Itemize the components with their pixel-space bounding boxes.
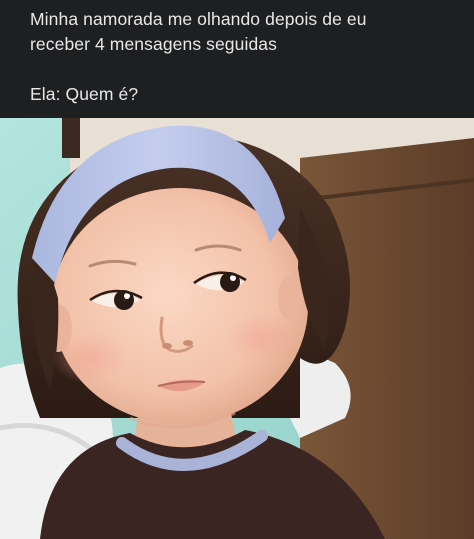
- meme-photo-icon: [0, 118, 474, 539]
- post-caption: Minha namorada me olhando depois de eu r…: [0, 0, 474, 118]
- caption-punchline: Ela: Quem é?: [30, 84, 139, 104]
- caption-line: Minha namorada me olhando depois de eu: [30, 9, 367, 29]
- meme-photo[interactable]: [0, 118, 474, 539]
- caption-line: receber 4 mensagens seguidas: [30, 34, 277, 54]
- meme-post: Minha namorada me olhando depois de eu r…: [0, 0, 474, 539]
